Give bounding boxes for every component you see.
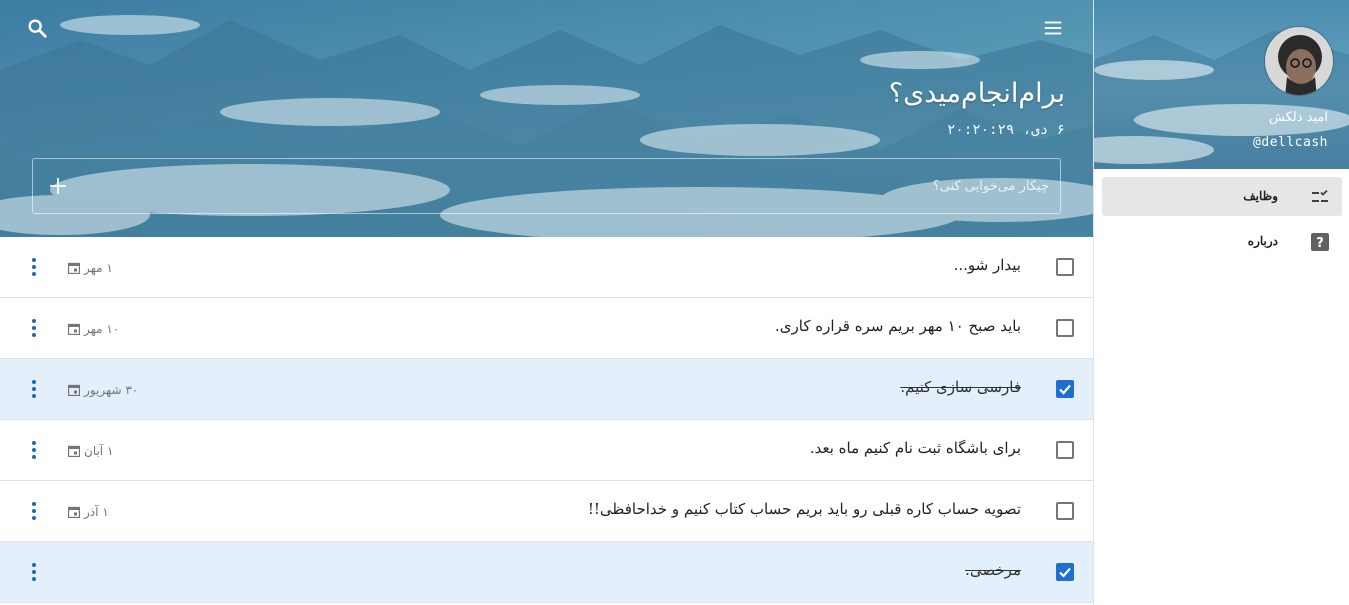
menu-button[interactable] bbox=[1039, 14, 1067, 42]
user-handle: @dellcash bbox=[1253, 135, 1328, 150]
task-list: ۱ مهر بیدار شو... ۱۰ مهر باید صبح ۱۰ مهر… bbox=[0, 237, 1093, 603]
user-name: امید دلکش bbox=[1269, 110, 1328, 125]
task-text: تصویه حساب کاره قبلی رو باید بریم حساب ک… bbox=[587, 500, 1021, 518]
sidebar-nav: وظایف ? درباره bbox=[1102, 177, 1342, 267]
sidebar-item-tasks[interactable]: وظایف bbox=[1102, 177, 1342, 216]
calendar-icon bbox=[68, 384, 80, 396]
more-options-button[interactable] bbox=[24, 255, 44, 279]
search-icon bbox=[28, 19, 47, 38]
user-photo bbox=[1265, 27, 1333, 95]
task-text: مرخصی. bbox=[965, 561, 1021, 579]
menu-icon bbox=[1044, 21, 1062, 35]
search-button[interactable] bbox=[23, 14, 51, 42]
page-title: برام‌انجام‌میدی؟ bbox=[888, 78, 1065, 109]
task-text: باید صبح ۱۰ مهر بریم سره قراره کاری. bbox=[775, 317, 1021, 335]
checkmark-icon bbox=[1059, 567, 1071, 578]
todo-app: برام‌انجام‌میدی؟ ۶ دی، ۲۰:۲۰:۲۹ ۱ مهر بی… bbox=[0, 0, 1349, 605]
due-date-text: ۳۰ شهریور bbox=[84, 383, 139, 397]
due-date-text: ۱ آبان bbox=[84, 444, 114, 458]
profile-header: امید دلکش @dellcash bbox=[1094, 0, 1349, 169]
new-task-input[interactable] bbox=[93, 159, 1050, 213]
due-date-text: ۱ مهر bbox=[84, 261, 113, 275]
calendar-icon bbox=[68, 262, 80, 274]
more-options-button[interactable] bbox=[24, 316, 44, 340]
task-checkbox[interactable] bbox=[1056, 563, 1074, 581]
avatar[interactable] bbox=[1264, 26, 1334, 96]
more-options-button[interactable] bbox=[24, 377, 44, 401]
header-banner: برام‌انجام‌میدی؟ ۶ دی، ۲۰:۲۰:۲۹ bbox=[0, 0, 1093, 237]
due-date: ۱ آذر bbox=[68, 503, 109, 521]
svg-text:?: ? bbox=[1316, 236, 1324, 251]
task-row: ۳۰ شهریور فارسی سازی کنیم. bbox=[0, 359, 1093, 420]
checklist-icon bbox=[1312, 189, 1328, 202]
sidebar-item-label: وظایف bbox=[1243, 189, 1278, 203]
task-row: ۱ آبان برای باشگاه ثبت نام کنیم ماه بعد. bbox=[0, 420, 1093, 481]
due-date: ۱۰ مهر bbox=[68, 320, 119, 338]
sidebar: امید دلکش @dellcash وظایف ? درباره bbox=[1093, 0, 1349, 605]
current-datetime: ۶ دی، ۲۰:۲۰:۲۹ bbox=[946, 122, 1065, 138]
due-date-text: ۱۰ مهر bbox=[84, 322, 120, 336]
sidebar-item-label: درباره bbox=[1247, 234, 1278, 248]
new-task-field bbox=[32, 158, 1061, 214]
task-row: ۱۰ مهر باید صبح ۱۰ مهر بریم سره قراره کا… bbox=[0, 298, 1093, 359]
task-row: مرخصی. bbox=[0, 542, 1093, 603]
task-checkbox[interactable] bbox=[1056, 380, 1074, 398]
calendar-icon bbox=[68, 445, 80, 457]
due-date-text: ۱ آذر bbox=[84, 505, 109, 519]
main-panel: برام‌انجام‌میدی؟ ۶ دی، ۲۰:۲۰:۲۹ ۱ مهر بی… bbox=[0, 0, 1093, 605]
calendar-icon bbox=[68, 506, 80, 518]
task-text: فارسی سازی کنیم. bbox=[900, 378, 1021, 396]
help-icon: ? bbox=[1311, 233, 1329, 251]
task-checkbox[interactable] bbox=[1056, 258, 1074, 276]
calendar-icon bbox=[68, 323, 80, 335]
sidebar-item-about[interactable]: ? درباره bbox=[1102, 222, 1342, 261]
task-text: برای باشگاه ثبت نام کنیم ماه بعد. bbox=[809, 439, 1021, 457]
task-checkbox[interactable] bbox=[1056, 441, 1074, 459]
due-date: ۱ مهر bbox=[68, 259, 113, 277]
more-options-button[interactable] bbox=[24, 438, 44, 462]
task-checkbox[interactable] bbox=[1056, 502, 1074, 520]
more-options-button[interactable] bbox=[24, 560, 44, 584]
task-text: بیدار شو... bbox=[953, 256, 1021, 274]
task-checkbox[interactable] bbox=[1056, 319, 1074, 337]
task-row: ۱ مهر بیدار شو... bbox=[0, 237, 1093, 298]
checkmark-icon bbox=[1059, 384, 1071, 395]
due-date: ۳۰ شهریور bbox=[68, 381, 138, 399]
more-options-button[interactable] bbox=[24, 499, 44, 523]
task-row: ۱ آذر تصویه حساب کاره قبلی رو باید بریم … bbox=[0, 481, 1093, 542]
plus-icon[interactable] bbox=[47, 175, 69, 197]
due-date: ۱ آبان bbox=[68, 442, 113, 460]
